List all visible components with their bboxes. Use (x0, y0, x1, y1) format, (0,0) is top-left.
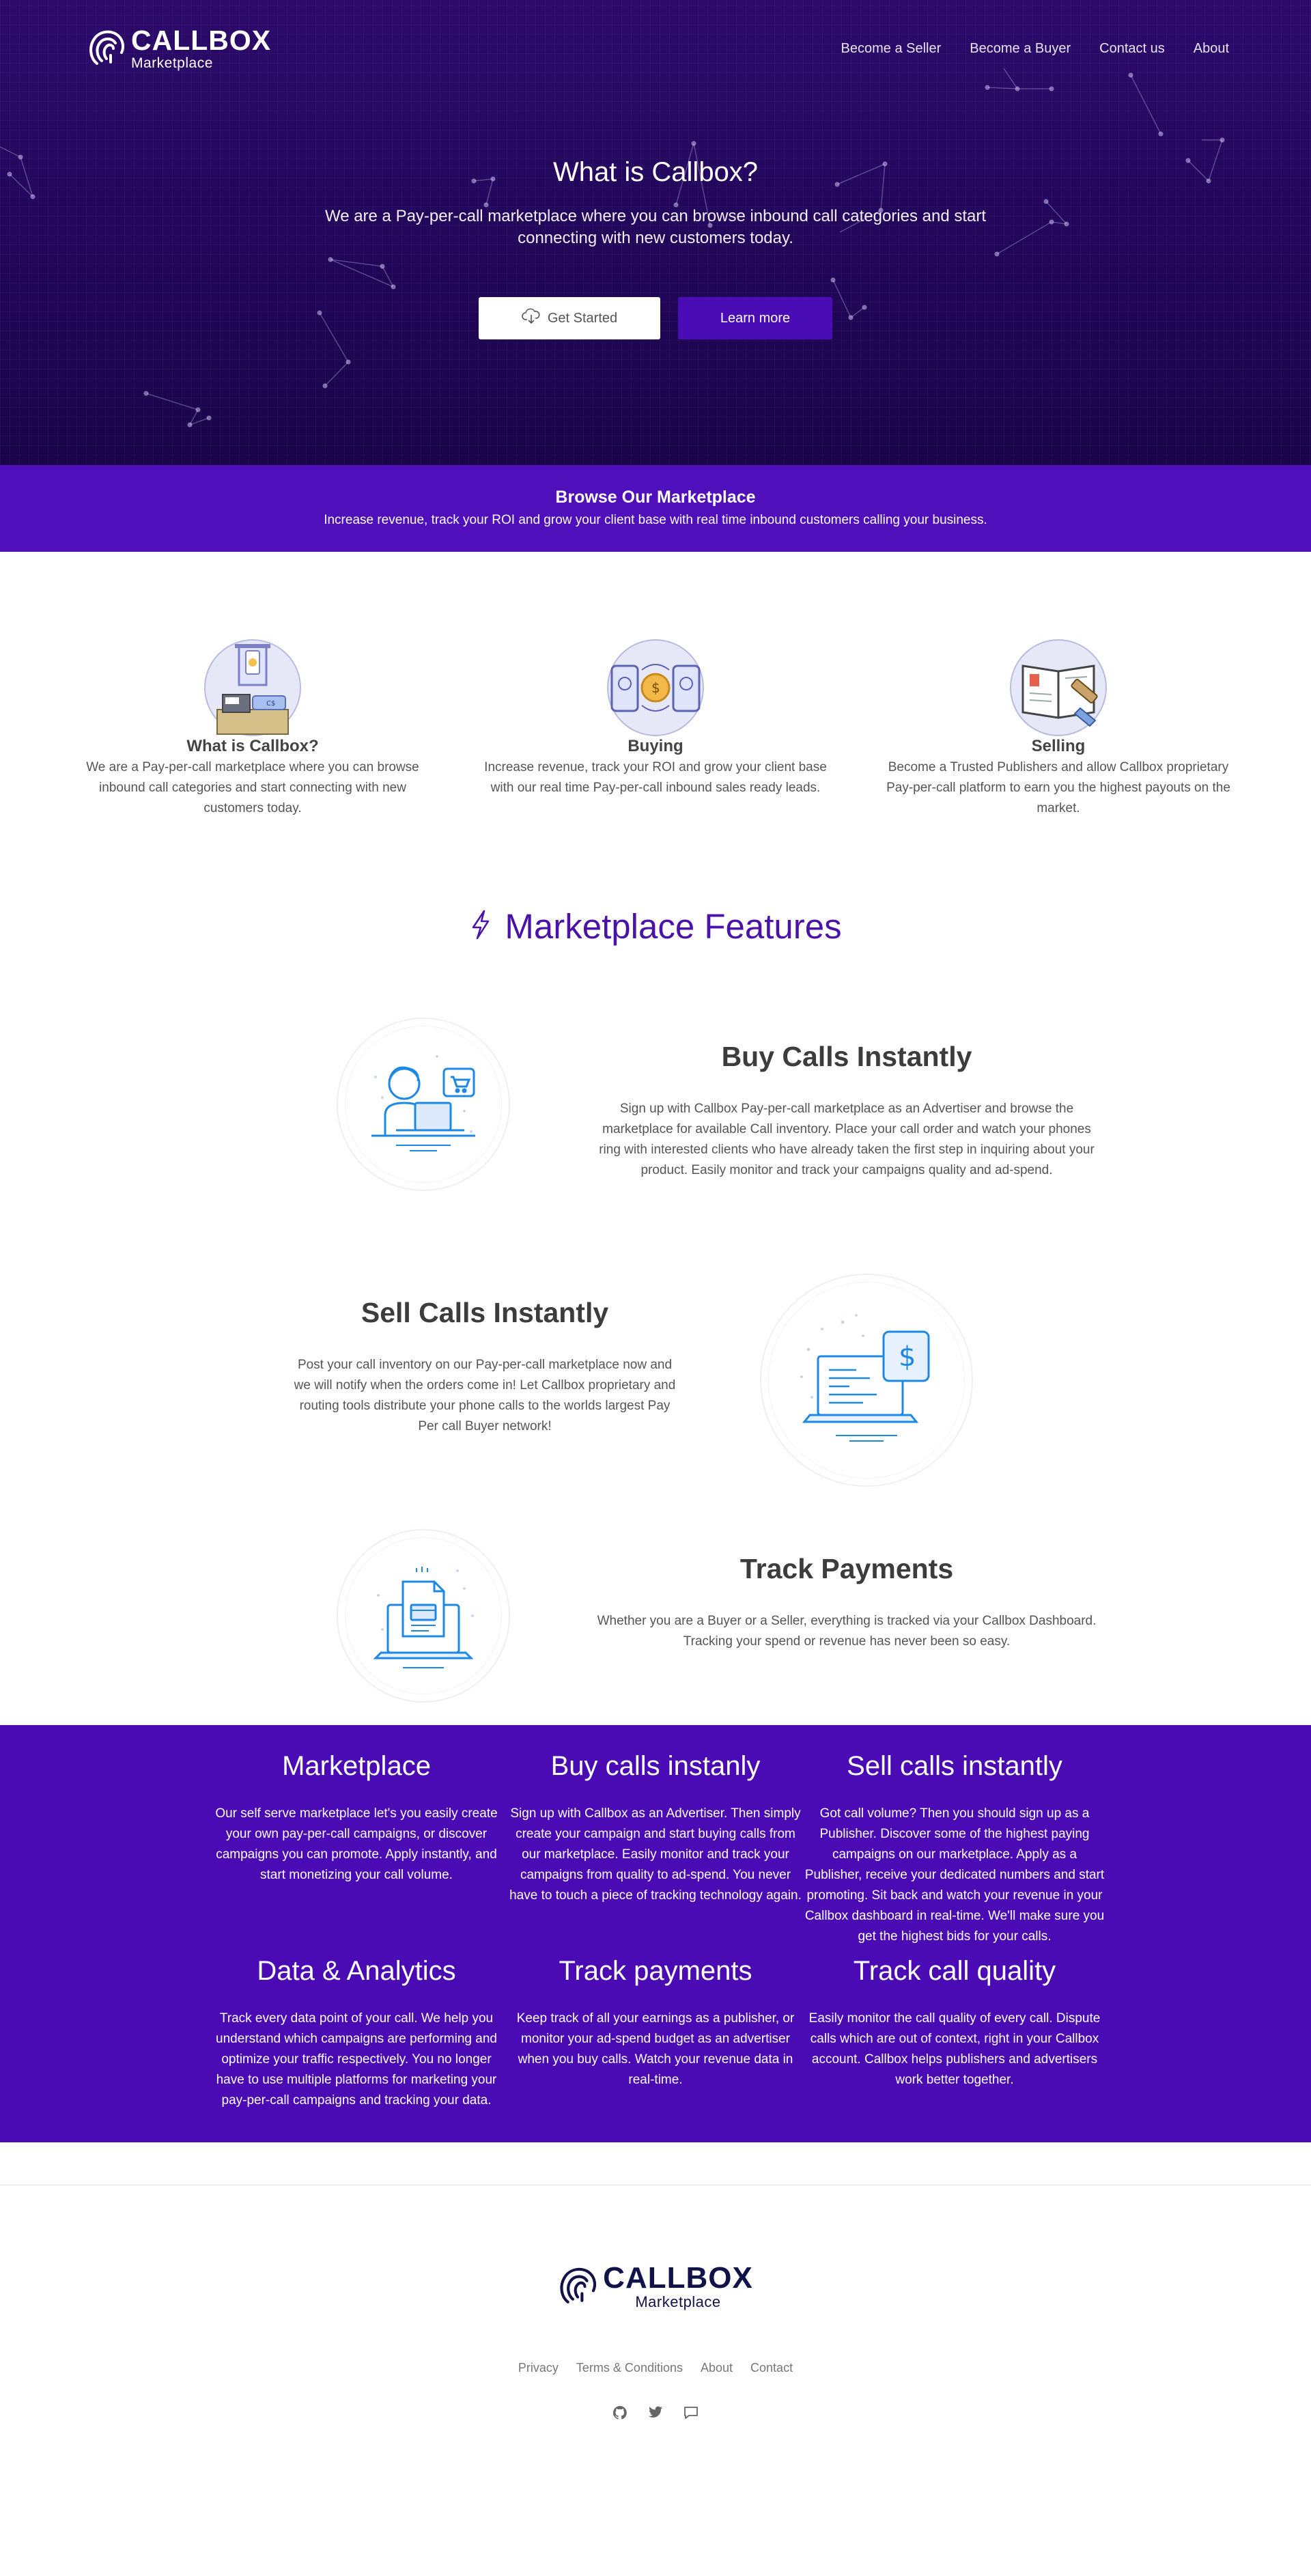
card-text: We are a Pay-per-call marketplace where … (86, 760, 419, 815)
grid-title: Sell calls instantly (847, 1751, 1062, 1781)
grid-item-track-payments: Track payments Keep track of all your ea… (505, 1956, 806, 2090)
feature-text: Whether you are a Buyer or a Seller, eve… (597, 1614, 1097, 1649)
card-text: Increase revenue, track your ROI and gro… (484, 760, 827, 795)
card-selling: Selling Become a Trusted Publishers and … (874, 639, 1243, 819)
nav-contact-us[interactable]: Contact us (1099, 41, 1165, 57)
nav-links: Become a Seller Become a Buyer Contact u… (841, 41, 1229, 57)
grid-item-sell-calls: Sell calls instantly Got call volume? Th… (804, 1751, 1105, 1947)
grid-item-call-quality: Track call quality Easily monitor the ca… (804, 1956, 1105, 2090)
card-title: Selling (1031, 737, 1086, 755)
card-title: What is Callbox? (186, 737, 319, 755)
laptop-dollar-icon: $ (760, 1274, 973, 1487)
intro-cards: C$ What is Callbox? We are a Pay-per-cal… (68, 552, 1243, 819)
hero-content: What is Callbox? We are a Pay-per-call m… (0, 157, 1311, 339)
features-title: Marketplace Features (505, 907, 842, 946)
grid-text: Sign up with Callbox as an Advertiser. T… (509, 1806, 802, 1903)
get-started-button[interactable]: Get Started (479, 297, 660, 339)
grid-item-marketplace: Marketplace Our self serve marketplace l… (206, 1751, 507, 1886)
card-text: Become a Trusted Publishers and allow Ca… (886, 760, 1230, 815)
callbox-logo-icon (558, 2264, 597, 2310)
feature-text: Sign up with Callbox Pay-per-call market… (599, 1102, 1095, 1177)
footer-link-privacy[interactable]: Privacy (518, 2361, 559, 2375)
footer-logo[interactable]: CALLBOX Marketplace (558, 2263, 753, 2310)
svg-text:$: $ (899, 1341, 916, 1373)
twitter-icon[interactable] (647, 2404, 664, 2422)
learn-more-button[interactable]: Learn more (678, 297, 832, 339)
grid-text: Got call volume? Then you should sign up… (804, 1806, 1105, 1944)
grid-item-data-analytics: Data & Analytics Track every data point … (206, 1956, 507, 2111)
grid-text: Our self serve marketplace let's you eas… (215, 1806, 498, 1882)
card-title: Buying (628, 737, 683, 755)
hero-section: CALLBOX Marketplace Become a Seller Beco… (0, 0, 1311, 465)
footer-link-terms[interactable]: Terms & Conditions (576, 2361, 683, 2375)
grid-title: Buy calls instanly (550, 1751, 761, 1781)
browse-marketplace-band: Browse Our Marketplace Increase revenue,… (0, 465, 1311, 552)
grid-title: Track payments (559, 1956, 752, 1986)
brand-logo[interactable]: CALLBOX Marketplace (87, 27, 271, 71)
hero-subtitle: We are a Pay-per-call marketplace where … (324, 207, 987, 247)
atm-phone-icon: C$ (203, 639, 302, 737)
brand-name: CALLBOX (603, 2261, 753, 2295)
card-buying: $ Buying Increase revenue, track your RO… (471, 639, 840, 819)
browse-subtitle: Increase revenue, track your ROI and gro… (324, 513, 987, 527)
grid-text: Keep track of all your earnings as a pub… (516, 2011, 795, 2087)
cloud-download-icon (522, 308, 541, 328)
feature-buy-calls: Buy Calls Instantly Sign up with Callbox… (594, 1041, 1099, 1181)
github-icon[interactable] (611, 2404, 629, 2422)
footer-link-contact[interactable]: Contact (750, 2361, 793, 2375)
feature-sell-calls: Sell Calls Instantly Post your call inve… (294, 1297, 676, 1437)
feature-track-payments: Track Payments Whether you are a Buyer o… (594, 1553, 1099, 1652)
footer-link-about[interactable]: About (701, 2361, 733, 2375)
laptop-document-icon (337, 1529, 510, 1703)
feature-title: Buy Calls Instantly (721, 1041, 972, 1072)
features-header: Marketplace Features (0, 906, 1311, 947)
brand-subtitle: Marketplace (635, 2293, 721, 2310)
feature-title: Sell Calls Instantly (361, 1297, 609, 1328)
lightning-icon (469, 910, 492, 943)
svg-text:$: $ (651, 680, 660, 696)
chat-icon[interactable] (682, 2404, 700, 2422)
grid-text: Easily monitor the call quality of every… (808, 2011, 1101, 2087)
hero-buttons: Get Started Learn more (0, 297, 1311, 339)
top-navbar: CALLBOX Marketplace Become a Seller Beco… (87, 25, 1229, 72)
nav-become-seller[interactable]: Become a Seller (841, 41, 942, 57)
card-what-is-callbox: C$ What is Callbox? We are a Pay-per-cal… (68, 639, 437, 819)
nav-about[interactable]: About (1194, 41, 1229, 57)
footer-links: Privacy Terms & Conditions About Contact (0, 2361, 1311, 2375)
grid-title: Data & Analytics (257, 1956, 456, 1986)
grid-item-buy-calls: Buy calls instanly Sign up with Callbox … (505, 1751, 806, 1906)
callbox-logo-icon (87, 27, 126, 71)
person-cart-icon (337, 1018, 510, 1191)
phone-exchange-icon: $ (606, 639, 705, 737)
get-started-label: Get Started (547, 310, 618, 326)
feature-text: Post your call inventory on our Pay-per-… (294, 1358, 676, 1433)
nav-become-buyer[interactable]: Become a Buyer (970, 41, 1071, 57)
book-pen-icon (1009, 639, 1108, 737)
feature-list: Buy Calls Instantly Sign up with Callbox… (0, 947, 1311, 1725)
hero-title: What is Callbox? (552, 157, 759, 187)
brand-subtitle: Marketplace (131, 55, 213, 71)
footer: CALLBOX Marketplace Privacy Terms & Cond… (0, 2185, 1311, 2456)
grid-text: Track every data point of your call. We … (216, 2011, 497, 2108)
grid-title: Track call quality (853, 1956, 1056, 1986)
brand-name: CALLBOX (131, 25, 272, 56)
svg-text:C$: C$ (266, 700, 275, 708)
browse-title: Browse Our Marketplace (555, 488, 756, 507)
grid-title: Marketplace (282, 1751, 431, 1781)
feature-title: Track Payments (739, 1553, 954, 1584)
social-links (0, 2404, 1311, 2422)
features-grid: Marketplace Our self serve marketplace l… (0, 1725, 1311, 2142)
